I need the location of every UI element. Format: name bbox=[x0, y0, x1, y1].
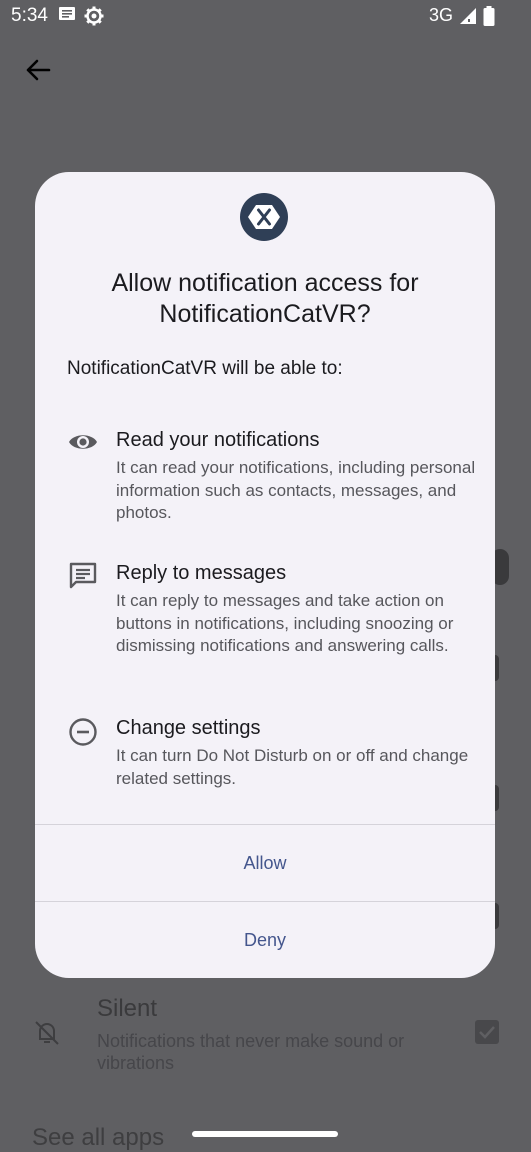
status-left-icons bbox=[58, 6, 104, 26]
permission-title: Reply to messages bbox=[116, 562, 287, 584]
status-bar: 5:34 3G bbox=[0, 0, 531, 34]
settings-gear-icon bbox=[84, 6, 104, 26]
see-all-apps-link[interactable]: See all apps bbox=[32, 1124, 164, 1152]
check-icon bbox=[479, 1026, 495, 1039]
battery-icon bbox=[483, 5, 495, 26]
eye-icon bbox=[69, 435, 97, 449]
dialog-title: Allow notification access for Notificati… bbox=[111, 269, 419, 328]
deny-button[interactable]: Deny bbox=[35, 902, 495, 978]
silent-description: Notifications that never make sound or v… bbox=[97, 1031, 405, 1073]
notification-access-dialog: Allow notification access for Notificati… bbox=[35, 172, 495, 978]
xamarin-logo-icon bbox=[240, 193, 288, 241]
signal-icon bbox=[460, 7, 476, 24]
silent-checkbox[interactable] bbox=[475, 1020, 499, 1044]
silent-title: Silent bbox=[97, 995, 158, 1022]
status-time: 5:34 bbox=[11, 5, 48, 26]
permission-description: It can reply to messages and take action… bbox=[116, 591, 454, 655]
allow-button[interactable]: Allow bbox=[35, 825, 495, 901]
dialog-subtitle: NotificationCatVR will be able to: bbox=[67, 358, 343, 379]
minus-circle-icon bbox=[69, 718, 97, 746]
message-icon bbox=[69, 562, 97, 589]
gesture-nav-handle[interactable] bbox=[192, 1131, 338, 1137]
permission-title: Read your notifications bbox=[116, 429, 320, 451]
message-icon bbox=[59, 7, 75, 20]
network-type: 3G bbox=[428, 5, 453, 25]
permission-description: It can read your notifications, includin… bbox=[116, 458, 476, 522]
notifications-off-icon bbox=[35, 1021, 59, 1045]
back-arrow-icon[interactable] bbox=[24, 56, 52, 84]
permission-title: Change settings bbox=[116, 717, 261, 739]
permission-description: It can turn Do Not Disturb on or off and… bbox=[116, 746, 469, 788]
status-right-icons: 3G bbox=[429, 5, 495, 26]
